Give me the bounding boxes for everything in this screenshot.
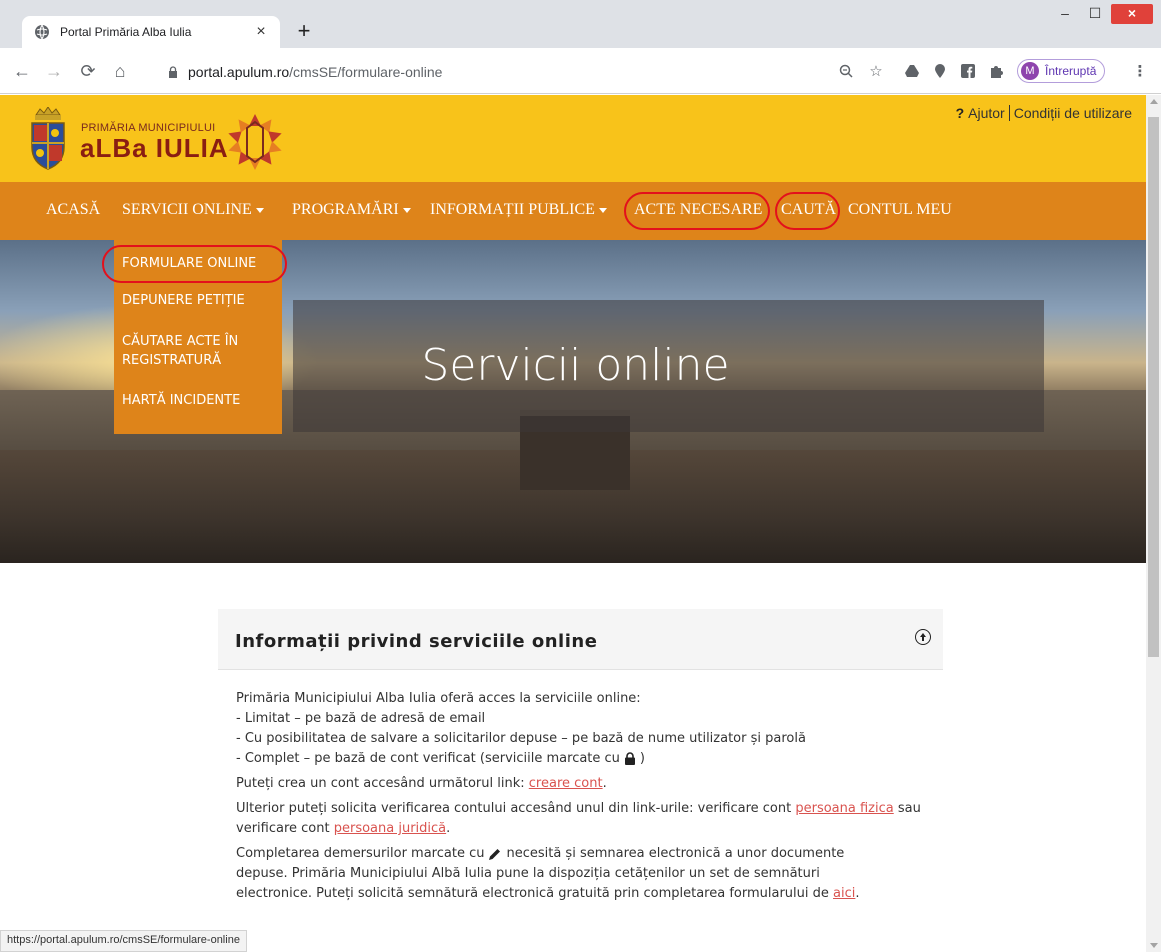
info-panel-body: Primăria Municipiului Alba Iulia oferă a… — [236, 689, 936, 909]
access-level-complete: - Complet – pe bază de cont verificat (s… — [236, 751, 620, 766]
verify-account-row: Ulterior puteți solicita verificarea con… — [236, 799, 936, 839]
access-level-complete-row: - Complet – pe bază de cont verificat (s… — [236, 749, 936, 769]
status-bar-url: https://portal.apulum.ro/cmsSE/formulare… — [0, 930, 247, 952]
e-signature-text-2: necesită și semnarea electronică a unor … — [506, 846, 845, 861]
e-signature-row: Completarea demersurilor marcate cu neces… — [236, 844, 936, 904]
window-controls: – ☐ × — [1051, 4, 1153, 24]
create-account-link[interactable]: creare cont — [529, 776, 603, 791]
home-icon[interactable]: ⌂ — [108, 60, 132, 82]
reload-icon[interactable]: ⟳ — [76, 60, 100, 82]
verify-person-link[interactable]: persoana fizica — [795, 801, 893, 816]
header-link-divider — [1008, 105, 1010, 121]
browser-tab[interactable]: Portal Primăria Alba Iulia × — [22, 16, 280, 48]
help-link[interactable]: Ajutor — [968, 105, 1005, 121]
header-links: ? Ajutor Condiții de utilizare — [956, 105, 1132, 121]
chevron-down-icon — [255, 207, 264, 213]
e-signature-text-1: Completarea demersurilor marcate cu — [236, 846, 485, 861]
address-bar[interactable]: portal.apulum.ro/cmsSE/formulare-online — [168, 60, 848, 84]
nav-item-contul-meu[interactable]: CONTUL MEU — [848, 201, 952, 219]
nav-item-informatii-publice[interactable]: INFORMAȚII PUBLICE — [430, 201, 607, 219]
annotation-circle-acte-necesare — [624, 192, 770, 230]
drive-extension-icon[interactable] — [902, 61, 922, 81]
access-level-complete-end: ) — [639, 751, 645, 766]
url-path: /cmsSE/formulare-online — [289, 64, 443, 80]
browser-toolbar: ← → ⟳ ⌂ portal.apulum.ro/cmsSE/formulare… — [0, 48, 1161, 94]
nav-item-acasa[interactable]: ACASĂ — [46, 201, 100, 219]
puzzle-extensions-icon[interactable] — [986, 61, 1006, 81]
logo-title: aLBa IULIA — [80, 133, 229, 163]
extension-pin-icon[interactable] — [930, 61, 950, 81]
create-account-end: . — [602, 776, 607, 791]
chevron-down-icon — [402, 207, 411, 213]
tab-title: Portal Primăria Alba Iulia — [60, 25, 192, 39]
dropdown-item-cautare-acte-line2[interactable]: REGISTRATURĂ — [122, 351, 221, 370]
profile-button[interactable]: M Întreruptă — [1017, 59, 1106, 83]
profile-status: Întreruptă — [1045, 64, 1097, 78]
create-account-row: Puteți crea un cont accesând următorul l… — [236, 774, 936, 794]
maximize-button[interactable]: ☐ — [1081, 4, 1109, 24]
info-panel-header[interactable]: Informații privind serviciile online — [218, 609, 943, 670]
back-arrow-icon[interactable]: ← — [10, 60, 34, 82]
access-level-limited: - Limitat – pe bază de adresă de email — [236, 711, 486, 726]
vertical-scrollbar[interactable] — [1146, 95, 1161, 952]
scrollbar-thumb[interactable] — [1148, 117, 1159, 657]
verify-account-text: Ulterior puteți solicita verificarea con… — [236, 801, 792, 816]
info-panel: Informații privind serviciile online Pri… — [218, 609, 943, 930]
globe-icon — [35, 24, 49, 40]
menu-dots-icon[interactable]: ⋮ — [1130, 61, 1150, 81]
dropdown-item-depunere-petitie[interactable]: DEPUNERE PETIȚIE — [122, 291, 245, 310]
info-panel-title: Informații privind serviciile online — [235, 631, 598, 652]
annotation-circle-formulare-online — [102, 245, 287, 283]
chevron-down-icon — [598, 207, 607, 213]
bookmark-star-icon[interactable]: ☆ — [866, 61, 886, 81]
dropdown-item-cautare-acte[interactable]: CĂUTARE ACTE ÎN — [122, 332, 238, 351]
site-logo[interactable]: PRIMĂRIA MUNICIPIULUI aLBa IULIA — [26, 107, 326, 173]
new-tab-button[interactable]: + — [292, 19, 316, 43]
e-signature-line-3: electronice. Puteți solicită semnătură e… — [236, 886, 829, 901]
annotation-circle-cauta — [775, 192, 840, 230]
collapse-arrow-up-icon[interactable] — [915, 629, 931, 645]
site-header: PRIMĂRIA MUNICIPIULUI aLBa IULIA ? Ajuto… — [0, 95, 1146, 182]
window-close-button[interactable]: × — [1111, 4, 1153, 24]
e-signature-form-link[interactable]: aici — [833, 886, 855, 901]
facebook-extension-icon[interactable] — [958, 61, 978, 81]
city-emblem-icon — [228, 114, 282, 170]
e-signature-line-2: depuse. Primăria Municipiului Albă Iulia… — [236, 866, 820, 881]
main-navigation: ACASĂ SERVICII ONLINE PROGRAMĂRI INFORMA… — [0, 182, 1146, 240]
zoom-icon[interactable] — [836, 61, 856, 81]
verify-account-end: . — [446, 821, 451, 836]
help-question-icon: ? — [955, 105, 965, 121]
hero-title: Servicii online — [421, 340, 730, 391]
intro-text: Primăria Municipiului Alba Iulia oferă a… — [236, 691, 641, 706]
url-host: portal.apulum.ro — [188, 64, 290, 80]
terms-link[interactable]: Condiții de utilizare — [1014, 105, 1132, 121]
pencil-icon — [489, 848, 501, 860]
lock-icon — [169, 66, 177, 78]
e-signature-end: . — [855, 886, 860, 901]
avatar: M — [1021, 62, 1039, 80]
nav-item-programari[interactable]: PROGRAMĂRI — [292, 201, 411, 219]
scroll-down-arrow-icon[interactable] — [1150, 943, 1158, 948]
verify-company-link[interactable]: persoana juridică — [334, 821, 446, 836]
access-level-save: - Cu posibilitatea de salvare a solicita… — [236, 731, 806, 746]
browser-tabstrip: Portal Primăria Alba Iulia × + – ☐ × — [0, 0, 1161, 48]
dropdown-item-harta-incidente[interactable]: HARTĂ INCIDENTE — [122, 391, 240, 410]
page-viewport: PRIMĂRIA MUNICIPIULUI aLBa IULIA ? Ajuto… — [0, 95, 1146, 930]
coat-of-arms-icon — [31, 107, 65, 170]
padlock-icon — [624, 752, 635, 765]
minimize-button[interactable]: – — [1051, 4, 1079, 24]
forward-arrow-icon[interactable]: → — [42, 60, 66, 82]
scroll-up-arrow-icon[interactable] — [1150, 99, 1158, 104]
close-icon[interactable]: × — [252, 23, 270, 41]
create-account-text: Puteți crea un cont accesând următorul l… — [236, 776, 525, 791]
nav-item-servicii-online[interactable]: SERVICII ONLINE — [122, 201, 264, 219]
